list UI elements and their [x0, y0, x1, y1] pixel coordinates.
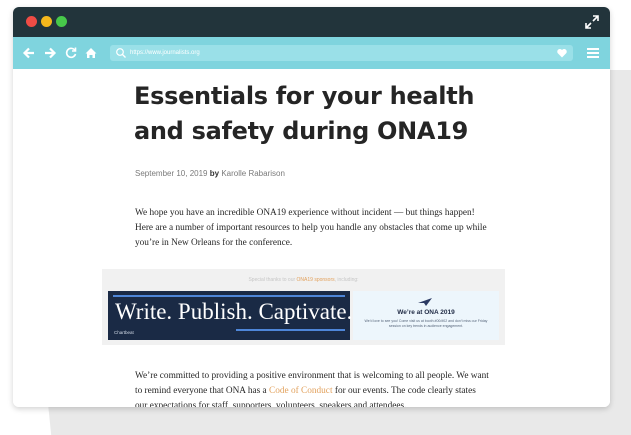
back-arrow-icon[interactable] [22, 45, 36, 61]
article-author[interactable]: Karolle Rabarison [221, 169, 285, 178]
browser-window: https://www.journalists.org Essentials f… [13, 7, 610, 407]
intro-paragraph: We hope you have an incredible ONA19 exp… [135, 208, 487, 249]
expand-icon[interactable] [585, 15, 599, 29]
minimize-window-button[interactable] [41, 16, 52, 27]
screenshot-stage: https://www.journalists.org Essentials f… [0, 0, 631, 435]
zoom-window-button[interactable] [56, 16, 67, 27]
code-of-conduct-paragraph: We’re committed to providing a positive … [135, 369, 490, 407]
reload-icon[interactable] [64, 45, 78, 61]
sponsor-note-suffix: , including: [334, 277, 359, 283]
hamburger-menu-icon[interactable] [587, 47, 599, 59]
sponsor-section: Special thanks to our ONA19 sponsors, in… [102, 269, 505, 345]
heart-icon[interactable] [556, 47, 568, 59]
chartbeat-ad-banner[interactable]: Write. Publish. Captivate. Chartbeat [108, 291, 353, 340]
close-window-button[interactable] [26, 16, 37, 27]
article-byline: September 10, 2019 by Karolle Rabarison [135, 169, 285, 178]
search-icon [116, 48, 126, 58]
ad-rule-top [113, 295, 345, 297]
ona-ad-banner[interactable]: We’re at ONA 2019 We’d love to see you! … [353, 291, 499, 340]
url-text: https://www.journalists.org [130, 50, 200, 56]
window-titlebar [13, 7, 610, 37]
address-bar[interactable]: https://www.journalists.org [110, 45, 573, 61]
sponsor-note-prefix: Special thanks to our [248, 277, 297, 283]
browser-toolbar: https://www.journalists.org [13, 37, 610, 69]
byline-by-label: by [209, 169, 220, 178]
paper-plane-icon [418, 298, 432, 306]
sponsor-note: Special thanks to our ONA19 sponsors, in… [102, 277, 505, 283]
ad-right-subtitle: We’d love to see you! Come visit us at b… [364, 319, 488, 328]
sponsors-link[interactable]: ONA19 sponsors [297, 277, 335, 283]
ad-right-title: We’re at ONA 2019 [397, 309, 455, 316]
code-of-conduct-link[interactable]: Code of Conduct [269, 386, 333, 396]
ad-brand: Chartbeat [114, 330, 134, 335]
article-date: September 10, 2019 [135, 169, 208, 178]
ad-rule-bottom [236, 329, 345, 331]
home-icon[interactable] [84, 45, 98, 61]
page-content: Essentials for your health and safety du… [13, 69, 610, 407]
forward-arrow-icon[interactable] [43, 45, 57, 61]
article-title: Essentials for your health and safety du… [134, 82, 475, 145]
ad-headline: Write. Publish. Captivate. [115, 299, 353, 324]
